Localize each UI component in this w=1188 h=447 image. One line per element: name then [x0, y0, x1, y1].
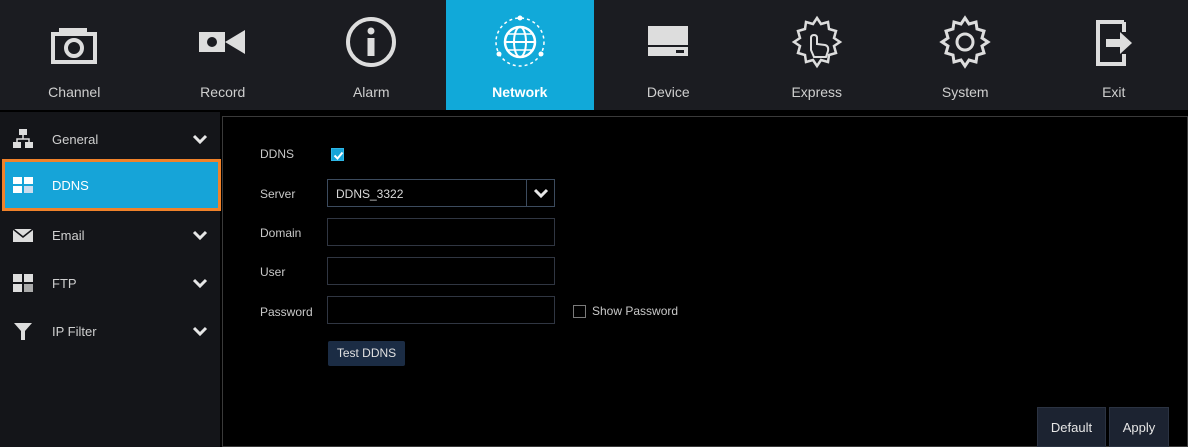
funnel-icon — [14, 323, 32, 340]
ddns-settings-panel: DDNS Server DDNS_3322 Domain User Passwo… — [222, 116, 1188, 447]
user-label: User — [260, 265, 286, 279]
info-icon — [346, 17, 397, 67]
domain-label: Domain — [260, 226, 302, 240]
sidebar-item-general[interactable]: General — [0, 116, 220, 162]
network-hierarchy-icon — [13, 129, 33, 148]
tab-label: Express — [791, 84, 843, 100]
sidebar-item-ddns[interactable]: DDNS — [2, 159, 221, 211]
camera-icon — [51, 28, 98, 64]
default-button[interactable]: Default — [1037, 407, 1106, 447]
user-input[interactable] — [327, 257, 555, 285]
show-password-checkbox[interactable] — [573, 305, 586, 318]
tab-label: Channel — [48, 84, 101, 100]
tab-label: System — [941, 84, 989, 100]
tab-alarm[interactable]: Alarm — [297, 0, 446, 110]
tab-label: Exit — [1102, 84, 1126, 100]
tab-channel[interactable]: Channel — [0, 0, 149, 110]
domain-input[interactable] — [327, 218, 555, 246]
video-record-icon — [198, 30, 245, 54]
test-ddns-button[interactable]: Test DDNS — [328, 341, 405, 366]
tab-label: Network — [492, 84, 548, 100]
gear-hand-icon — [791, 15, 843, 69]
chevron-down-icon[interactable] — [192, 277, 208, 289]
sidebar-item-email[interactable]: Email — [0, 212, 220, 258]
sidebar-item-ftp[interactable]: FTP — [0, 260, 220, 306]
ftp-icon — [13, 274, 33, 292]
tab-network[interactable]: Network — [445, 0, 594, 110]
gear-icon — [939, 15, 991, 69]
tab-system[interactable]: System — [891, 0, 1040, 110]
envelope-icon — [12, 228, 34, 242]
sidebar-item-label: DDNS — [52, 177, 89, 193]
password-label: Password — [260, 305, 313, 319]
sidebar-item-ip-filter[interactable]: IP Filter — [0, 308, 220, 354]
tab-label: Alarm — [352, 84, 390, 100]
apply-button[interactable]: Apply — [1109, 407, 1169, 447]
chevron-down-icon[interactable] — [192, 133, 208, 145]
show-password-label: Show Password — [592, 304, 679, 318]
hard-drive-icon — [648, 26, 689, 56]
sidebar-item-label: Email — [52, 227, 85, 243]
server-dropdown-button[interactable] — [526, 180, 554, 206]
tab-device[interactable]: Device — [594, 0, 743, 110]
chevron-down-icon — [533, 188, 548, 199]
globe-network-icon — [495, 15, 545, 67]
chevron-down-icon[interactable] — [192, 325, 208, 337]
chevron-down-icon[interactable] — [192, 229, 208, 241]
tab-label: Record — [200, 84, 246, 100]
tab-record[interactable]: Record — [149, 0, 298, 110]
server-label: Server — [260, 187, 296, 201]
ddns-label: DDNS — [260, 147, 295, 161]
sidebar-item-label: FTP — [52, 275, 77, 291]
tab-express[interactable]: Express — [743, 0, 892, 110]
ddns-icon — [13, 177, 33, 193]
top-menu-bar: Channel Record Alarm Network Device Expr… — [0, 0, 1188, 110]
password-input[interactable] — [327, 296, 555, 324]
sidebar-item-label: General — [52, 131, 99, 147]
tab-label: Device — [646, 84, 690, 100]
ddns-enable-checkbox[interactable] — [331, 148, 344, 161]
exit-icon — [1095, 20, 1132, 66]
network-sidebar: General DDNS Email FTP IP Filter — [0, 112, 221, 447]
checkmark-icon — [333, 151, 344, 160]
tab-exit[interactable]: Exit — [1040, 0, 1188, 110]
server-value: DDNS_3322 — [336, 187, 404, 201]
server-select[interactable]: DDNS_3322 — [327, 179, 555, 207]
sidebar-item-label: IP Filter — [52, 323, 97, 339]
